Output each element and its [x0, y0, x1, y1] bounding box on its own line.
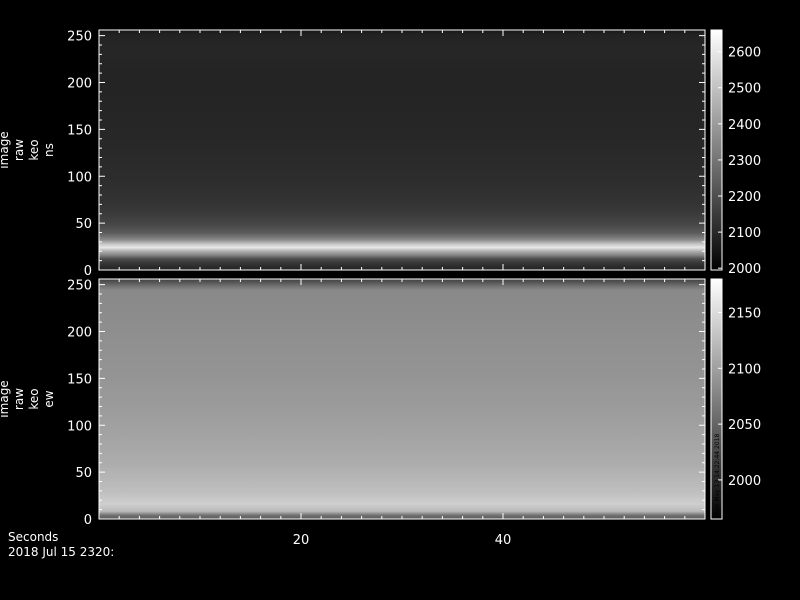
keogram-figure: 050100150200250image raw keo ns200021002200… [0, 29, 761, 548]
colorbar-tick-label: 2150 [728, 306, 761, 321]
colorbar-tick-label: 2500 [728, 82, 761, 97]
colorbar-tick-label: 2000 [728, 262, 761, 277]
y-tick-label: 200 [67, 326, 92, 341]
y-tick-label: 50 [75, 466, 92, 481]
panel-1: 0 50 100 150 200 250 image raw keo ns 2000 2100 2200… [0, 29, 761, 279]
heatmap-image [99, 30, 705, 270]
colorbar-tick-label: 2200 [728, 190, 761, 205]
panels: 050100150200250image raw keo ns200021002200… [0, 29, 761, 548]
y-tick-label: 100 [67, 419, 92, 434]
colorbar-tick-label: 2600 [728, 46, 761, 61]
date-label: 2018 Jul 15 2320: [8, 545, 115, 559]
y-axis-label-line: image [0, 131, 11, 168]
y-tick-label: 200 [67, 77, 92, 92]
y-tick-label: 150 [67, 123, 92, 138]
colorbar-tick-label: 2400 [728, 118, 761, 133]
x-tick-label: 20 [293, 533, 310, 548]
colorbar-annotation: Sun May 13 14:22:44 2018 [714, 434, 721, 515]
y-tick-label: 100 [67, 170, 92, 185]
y-axis-label-line: keo [27, 388, 41, 409]
y-tick-label: 50 [75, 217, 92, 232]
y-tick-label: 0 [84, 513, 92, 528]
y-tick-label: 250 [67, 279, 92, 294]
y-axis-label-line: raw [12, 139, 26, 161]
colorbar [711, 30, 722, 270]
colorbar-tick-label: 2050 [728, 418, 761, 433]
colorbar-tick-label: 2100 [728, 362, 761, 377]
y-tick-label: 150 [67, 372, 92, 387]
y-tick-label: 0 [84, 264, 92, 279]
x-tick-label: 40 [495, 533, 512, 548]
y-tick-label: 250 [67, 30, 92, 45]
y-axis-label-line: ew [42, 390, 56, 407]
colorbar-tick-label: 2000 [728, 474, 761, 489]
panel-2: 0 50 100 150 200 250 image raw keo ew 2000 2050 2100… [0, 278, 761, 548]
y-axis-label-line: raw [12, 388, 26, 410]
y-axis-label-line: image [0, 380, 11, 417]
heatmap-image [99, 279, 705, 519]
x-axis-label: Seconds [8, 530, 59, 544]
y-axis-label-line: ns [42, 143, 56, 157]
y-axis-label-line: keo [27, 139, 41, 160]
colorbar-tick-label: 2300 [728, 154, 761, 169]
colorbar-tick-label: 2100 [728, 226, 761, 241]
